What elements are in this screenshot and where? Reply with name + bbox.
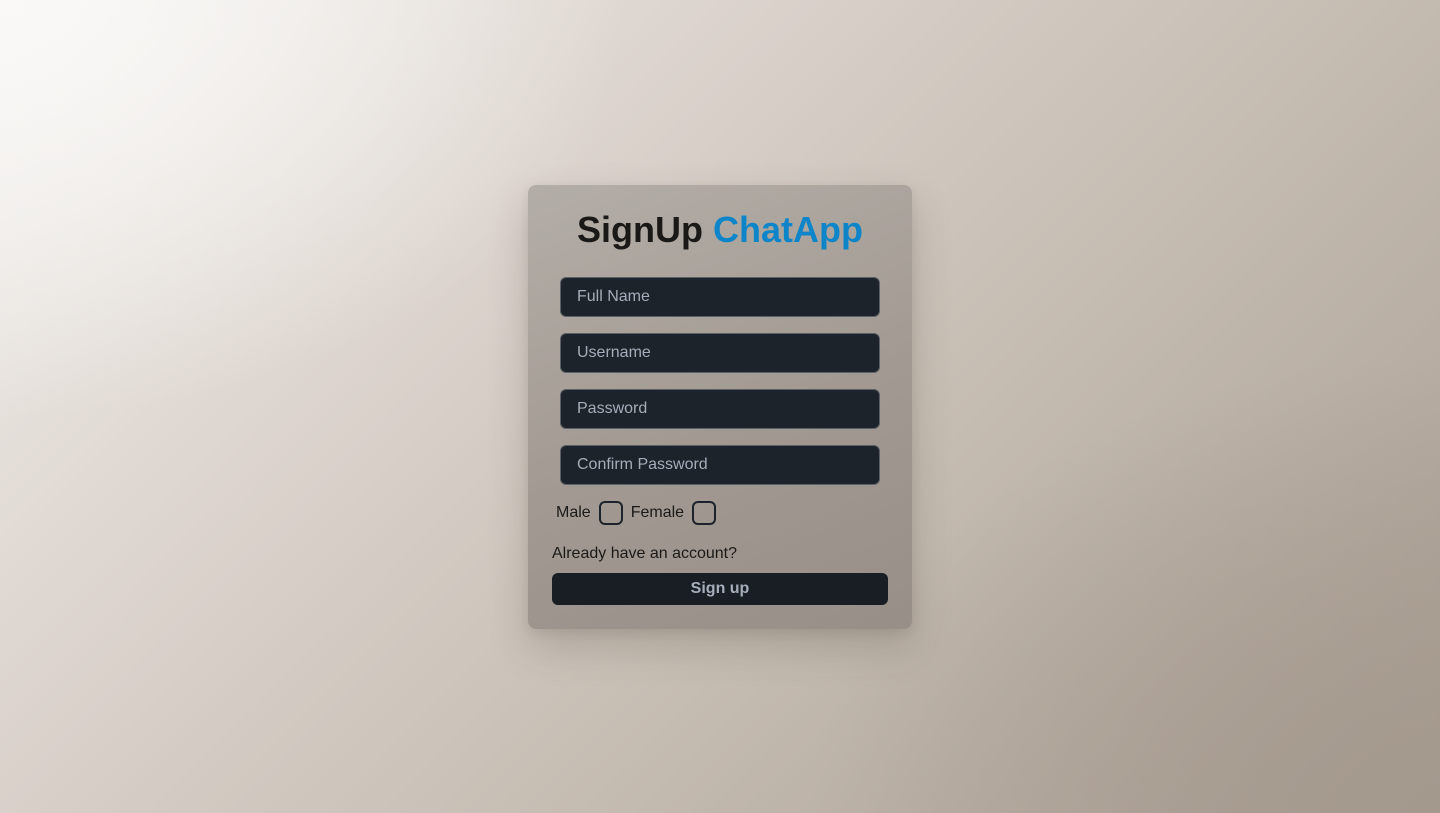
password-input[interactable] — [560, 389, 880, 429]
page-title: SignUp ChatApp — [528, 209, 912, 251]
full-name-input[interactable] — [560, 277, 880, 317]
signup-card: SignUp ChatApp Male Female Already have … — [528, 185, 912, 629]
female-checkbox[interactable] — [692, 501, 717, 525]
title-prefix: SignUp — [577, 209, 703, 250]
gender-selector: Male Female — [556, 501, 724, 525]
username-input[interactable] — [560, 333, 880, 373]
signup-button[interactable]: Sign up — [552, 573, 888, 605]
female-label: Female — [630, 504, 685, 521]
title-app-name: ChatApp — [713, 209, 863, 250]
confirm-password-input[interactable] — [560, 445, 880, 485]
login-link[interactable]: Already have an account? — [552, 543, 737, 565]
male-checkbox[interactable] — [598, 501, 623, 525]
male-label: Male — [556, 504, 591, 521]
